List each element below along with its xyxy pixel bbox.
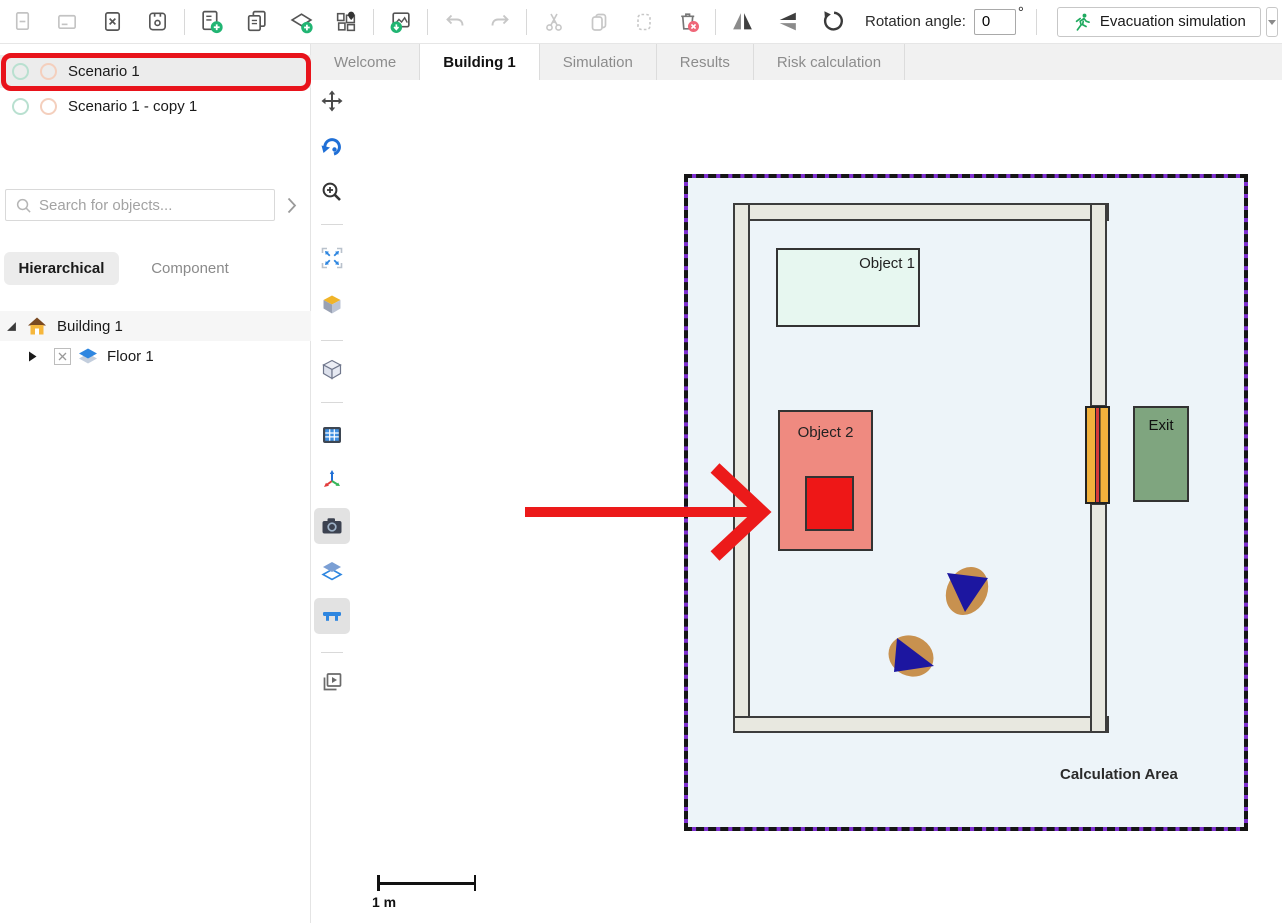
zoom-in-tool-icon[interactable] — [321, 181, 343, 203]
left-panel: Scenario 1 Scenario 1 - copy 1 Hierarchi… — [0, 44, 311, 923]
floor-visibility-checkbox[interactable] — [54, 348, 71, 365]
save-project-icon[interactable] — [135, 4, 180, 40]
tab-risk-calculation[interactable]: Risk calculation — [754, 44, 905, 80]
scenario-status-ring-green — [12, 98, 29, 115]
rotation-angle-label: Rotation angle: — [865, 13, 966, 30]
tab-hierarchical[interactable]: Hierarchical — [4, 252, 119, 285]
degree-symbol: ° — [1018, 4, 1024, 21]
top-toolbar: Rotation angle: ° Evacuation simulation — [0, 0, 1282, 44]
add-zone-icon[interactable] — [279, 4, 324, 40]
tree-item-floor[interactable]: Floor 1 — [0, 341, 311, 371]
calculation-area-label: Calculation Area — [1060, 766, 1178, 783]
tab-building-1[interactable]: Building 1 — [420, 44, 540, 80]
tab-label: Welcome — [334, 54, 396, 71]
scale-bar — [378, 882, 475, 885]
scale-bar-tick — [377, 875, 380, 891]
copy-icon[interactable] — [576, 4, 621, 40]
exit-zone[interactable]: Exit — [1133, 406, 1189, 502]
tab-label: Risk calculation — [777, 54, 881, 71]
import-image-icon[interactable] — [378, 4, 423, 40]
scenario-row-1[interactable]: Scenario 1 — [0, 55, 311, 88]
object-2[interactable]: Object 2 — [778, 410, 873, 551]
evacuation-simulation-label: Evacuation simulation — [1100, 13, 1246, 30]
agent-1[interactable] — [937, 558, 997, 624]
view-3d-tool-icon[interactable] — [321, 293, 343, 315]
axes-tool-icon[interactable] — [321, 469, 343, 491]
delete-icon[interactable] — [666, 4, 711, 40]
slideshow-tool-icon[interactable] — [321, 671, 343, 693]
floor-icon — [77, 348, 99, 365]
tab-label: Results — [680, 54, 730, 71]
tree-item-building[interactable]: Building 1 — [0, 311, 311, 341]
wall-bottom[interactable] — [733, 716, 1109, 733]
fit-to-view-tool-icon[interactable] — [321, 247, 343, 269]
agent-2[interactable] — [878, 627, 944, 687]
exit-label: Exit — [1148, 417, 1173, 434]
tab-component-label: Component — [151, 260, 229, 277]
wall-right-upper[interactable] — [1090, 203, 1107, 407]
tree-expanded-icon[interactable] — [6, 321, 17, 332]
tab-label: Building 1 — [443, 54, 516, 71]
evacuation-simulation-button[interactable]: Evacuation simulation — [1057, 7, 1261, 37]
scenario-status-ring-orange — [40, 63, 57, 80]
new-project-icon[interactable] — [0, 4, 45, 40]
object-1[interactable]: Object 1 — [776, 248, 920, 327]
redo-icon[interactable] — [477, 4, 522, 40]
tab-hierarchical-label: Hierarchical — [19, 260, 105, 277]
scenario-label: Scenario 1 - copy 1 — [68, 98, 197, 115]
chevron-right-icon — [287, 197, 297, 214]
paste-marquee-icon[interactable] — [621, 4, 666, 40]
simulation-dropdown-button[interactable] — [1266, 7, 1278, 37]
add-scenario-icon[interactable] — [189, 4, 234, 40]
building-icon — [27, 316, 47, 336]
main-tab-bar: Welcome Building 1 Simulation Results Ri… — [311, 44, 1282, 80]
x-mark-icon — [58, 352, 67, 361]
cut-icon[interactable] — [531, 4, 576, 40]
tab-component[interactable]: Component — [136, 252, 244, 285]
layers-tool-icon[interactable] — [321, 560, 343, 582]
runner-icon — [1072, 12, 1092, 32]
search-icon — [15, 197, 32, 214]
rotate-left-icon[interactable] — [810, 4, 855, 40]
scenario-label: Scenario 1 — [68, 63, 140, 80]
scale-bar-tool-icon[interactable] — [321, 605, 343, 627]
object-2-fire-source[interactable] — [805, 476, 854, 531]
building-label: Building 1 — [57, 318, 123, 335]
tree-collapsed-icon[interactable] — [28, 351, 37, 362]
door[interactable] — [1085, 406, 1110, 504]
open-project-icon[interactable] — [45, 4, 90, 40]
wall-right-lower[interactable] — [1090, 503, 1107, 733]
flip-horizontal-icon[interactable] — [720, 4, 765, 40]
undo-icon[interactable] — [432, 4, 477, 40]
rotate-view-tool-icon[interactable] — [321, 136, 343, 158]
chevron-down-icon — [1267, 18, 1277, 26]
grid-tool-icon[interactable] — [321, 424, 343, 446]
scale-bar-label: 1 m — [372, 894, 396, 910]
tab-welcome[interactable]: Welcome — [311, 44, 420, 80]
search-expand-button[interactable] — [280, 192, 304, 218]
scenario-status-ring-orange — [40, 98, 57, 115]
drawing-canvas[interactable]: Object 1 Object 2 Exit Calculation Area … — [311, 80, 1282, 923]
scale-bar-tick — [474, 875, 477, 891]
wireframe-view-tool-icon[interactable] — [321, 358, 343, 380]
search-input[interactable] — [39, 197, 254, 214]
scenario-status-ring-green — [12, 63, 29, 80]
scenario-row-2[interactable]: Scenario 1 - copy 1 — [0, 92, 311, 121]
flip-vertical-icon[interactable] — [765, 4, 810, 40]
tab-results[interactable]: Results — [657, 44, 754, 80]
map-substrate-icon[interactable] — [324, 4, 369, 40]
wall-top[interactable] — [733, 203, 1109, 221]
screenshot-tool-icon[interactable] — [321, 515, 343, 537]
tab-label: Simulation — [563, 54, 633, 71]
close-project-icon[interactable] — [90, 4, 135, 40]
object-1-label: Object 1 — [859, 255, 915, 272]
rotation-angle-input[interactable] — [974, 9, 1016, 35]
move-tool-icon[interactable] — [321, 90, 343, 112]
annotation-arrow — [510, 455, 780, 570]
tab-simulation[interactable]: Simulation — [540, 44, 657, 80]
copy-scenario-icon[interactable] — [234, 4, 279, 40]
floor-label: Floor 1 — [107, 348, 154, 365]
search-box[interactable] — [5, 189, 275, 221]
object-2-label: Object 2 — [798, 424, 854, 441]
